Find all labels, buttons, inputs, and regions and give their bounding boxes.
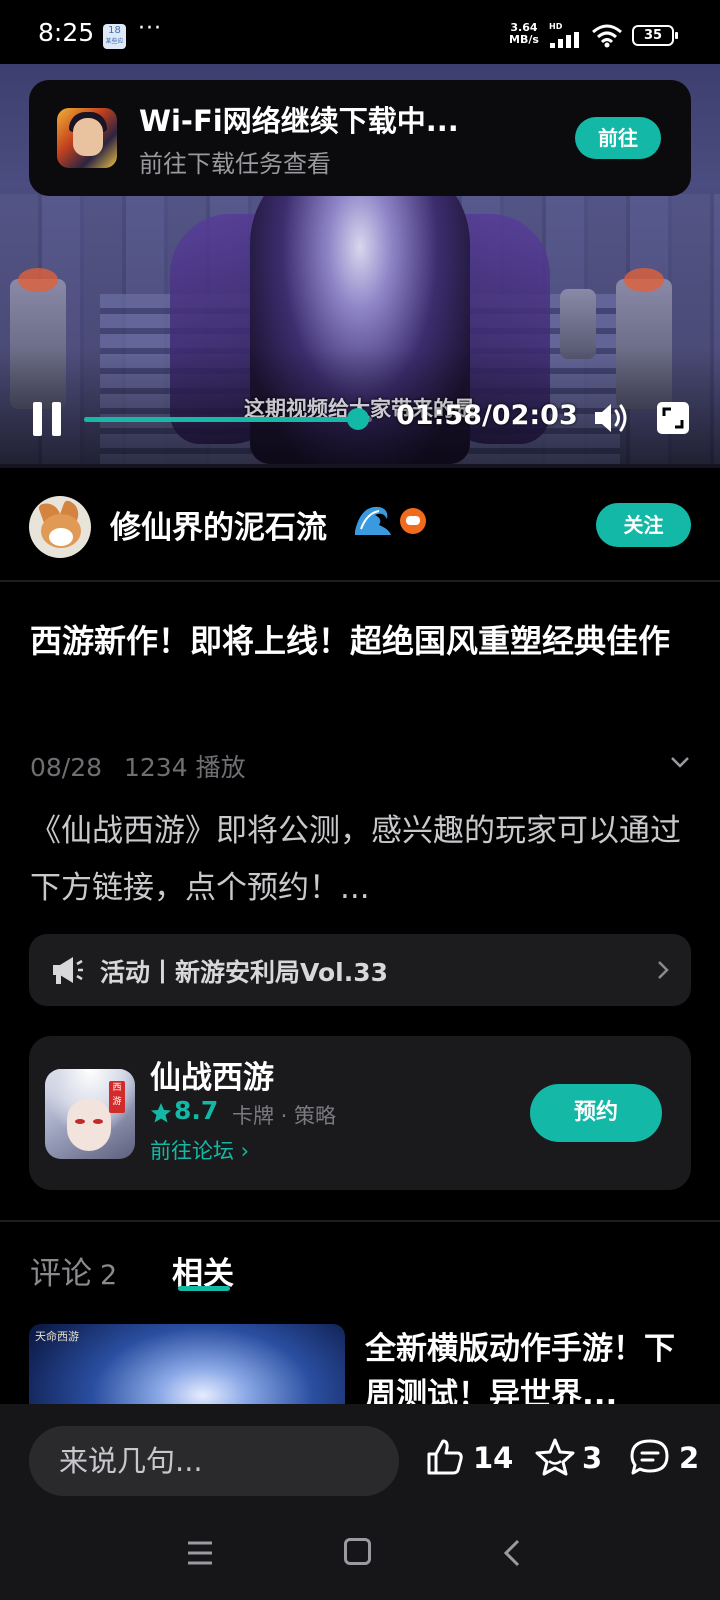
status-time: 8:25 xyxy=(38,18,95,47)
author-name[interactable]: 修仙界的泥石流 xyxy=(110,502,327,547)
chevron-down-icon[interactable] xyxy=(669,755,691,769)
network-speed: 3.64 MB/s xyxy=(509,22,539,46)
more-notifications-icon: ··· xyxy=(138,16,162,41)
game-icon-tag: 西游 xyxy=(109,1081,125,1113)
gamer-badge-icon xyxy=(400,508,426,534)
comment-count: 2 xyxy=(679,1441,700,1475)
video-time: 01:58/02:03 xyxy=(396,400,578,431)
signal-icon xyxy=(550,32,579,48)
tab-active-indicator xyxy=(178,1286,230,1291)
wave-icon xyxy=(355,506,391,535)
toast-go-button[interactable]: 前往 xyxy=(575,117,661,159)
star-outline-icon xyxy=(535,1438,575,1476)
back-icon[interactable] xyxy=(502,1538,522,1568)
post-description: 《仙战西游》即将公测，感兴趣的玩家可以通过下方链接，点个预约！... xyxy=(30,813,681,906)
tab-comments-count: 2 xyxy=(100,1260,118,1291)
video-progress-track[interactable] xyxy=(84,408,372,430)
comment-input[interactable]: 来说几句... xyxy=(29,1426,399,1496)
game-icon[interactable]: 西游 xyxy=(45,1069,135,1159)
toast-title: Wi-Fi网络继续下载中... xyxy=(139,104,459,138)
related-item[interactable]: 天命西游 全新横版动作手游！下周测试！异世界... xyxy=(0,1324,720,1404)
hd-indicator: HD xyxy=(549,22,563,31)
forum-link[interactable]: 前往论坛 › xyxy=(150,1135,249,1165)
net-speed-unit: MB/s xyxy=(509,33,539,46)
divider xyxy=(0,580,720,582)
follow-button[interactable]: 关注 xyxy=(596,503,691,547)
badge-text: 某些应 xyxy=(105,38,124,45)
post-meta: 08/28 1234 播放 xyxy=(30,748,260,784)
download-toast[interactable]: Wi-Fi网络继续下载中... 前往下载任务查看 前往 xyxy=(29,80,691,196)
badge-number: 18 xyxy=(108,25,121,36)
tab-comments-label: 评论 xyxy=(30,1256,92,1292)
wifi-icon xyxy=(592,24,622,48)
volume-icon[interactable] xyxy=(592,400,630,436)
like-count: 14 xyxy=(473,1441,514,1475)
comment-bubble-icon xyxy=(630,1439,669,1475)
thumbs-up-icon xyxy=(427,1439,463,1475)
video-progress-thumb[interactable] xyxy=(346,408,369,430)
game-name: 仙战西游 xyxy=(150,1060,274,1096)
game-rating: 8.7 xyxy=(174,1096,219,1125)
related-thumbnail[interactable]: 天命西游 xyxy=(29,1324,345,1404)
related-thumb-logo: 天命西游 xyxy=(35,1330,79,1343)
post-date: 08/28 xyxy=(30,753,103,782)
post-title: 西游新作！即将上线！超绝国风重塑经典佳作 xyxy=(30,622,671,660)
chevron-right-icon xyxy=(658,961,669,979)
activity-label: 活动丨新游安利局Vol.33 xyxy=(100,958,389,987)
system-nav-bar xyxy=(0,1516,720,1600)
post-plays: 1234 播放 xyxy=(124,753,246,782)
favorite-count: 3 xyxy=(582,1441,603,1475)
menu-icon[interactable] xyxy=(186,1540,214,1566)
game-genre: 卡牌 · 策略 xyxy=(232,1104,337,1128)
reserve-button[interactable]: 预约 xyxy=(530,1084,662,1142)
app-icon xyxy=(57,108,117,168)
toast-subtitle: 前往下载任务查看 xyxy=(139,150,331,178)
bottom-action-bar: 来说几句... 14 3 2 xyxy=(0,1404,720,1516)
related-title[interactable]: 全新横版动作手游！下周测试！异世界... xyxy=(365,1326,685,1404)
notification-badge-icon: 18 某些应 xyxy=(103,24,126,49)
video-fire-left xyxy=(18,268,58,292)
video-controls: 01:58/02:03 xyxy=(0,392,720,444)
pause-icon[interactable] xyxy=(31,402,65,436)
megaphone-icon xyxy=(53,957,83,984)
star-icon xyxy=(151,1103,171,1123)
status-bar: 8:25 18 某些应 ··· 3.64 MB/s HD 35 xyxy=(0,0,720,64)
fullscreen-icon[interactable] xyxy=(656,401,690,435)
tab-comments[interactable]: 评论 2 xyxy=(30,1248,117,1293)
home-icon[interactable] xyxy=(344,1538,371,1565)
video-progress-fill xyxy=(84,417,358,422)
battery-icon: 35 xyxy=(632,25,678,46)
video-fire-right xyxy=(624,268,664,292)
author-row: 修仙界的泥石流 关注 xyxy=(0,468,720,580)
content-tabs: 评论 2 相关 xyxy=(0,1224,720,1294)
divider xyxy=(0,1220,720,1222)
app-icon-face xyxy=(73,118,103,156)
activity-banner[interactable]: 活动丨新游安利局Vol.33 xyxy=(29,934,691,1006)
game-card[interactable]: 西游 仙战西游 8.7 卡牌 · 策略 前往论坛 › 预约 xyxy=(29,1036,691,1190)
avatar[interactable] xyxy=(29,496,91,558)
